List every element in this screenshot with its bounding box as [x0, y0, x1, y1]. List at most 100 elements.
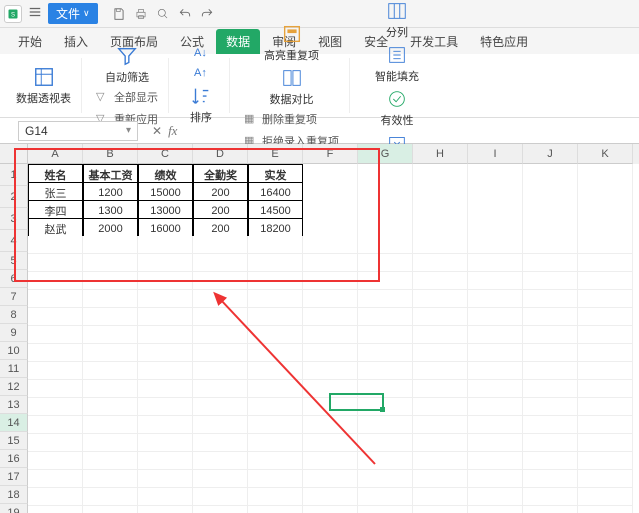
cell[interactable] — [28, 308, 83, 326]
cell[interactable] — [358, 362, 413, 380]
cell[interactable] — [138, 236, 193, 254]
cell[interactable] — [248, 452, 303, 470]
cell[interactable] — [468, 506, 523, 513]
cell[interactable] — [523, 470, 578, 488]
cell[interactable] — [248, 470, 303, 488]
row-header-7[interactable]: 7 — [0, 288, 28, 306]
cell[interactable] — [578, 452, 633, 470]
row-header-1[interactable]: 1 — [0, 164, 28, 186]
cell[interactable] — [193, 488, 248, 506]
cell[interactable] — [413, 272, 468, 290]
cancel-icon[interactable]: ✕ — [152, 124, 162, 138]
column-header-C[interactable]: C — [138, 144, 193, 164]
cell[interactable] — [248, 416, 303, 434]
cell[interactable] — [413, 236, 468, 254]
cell[interactable] — [28, 362, 83, 380]
cell[interactable] — [413, 470, 468, 488]
tab-数据[interactable]: 数据 — [216, 29, 260, 54]
cell[interactable] — [358, 434, 413, 452]
cell[interactable] — [523, 308, 578, 326]
cell[interactable] — [578, 398, 633, 416]
column-header-D[interactable]: D — [193, 144, 248, 164]
preview-icon[interactable] — [156, 6, 170, 21]
menu-icon[interactable] — [28, 5, 42, 22]
cell[interactable] — [138, 398, 193, 416]
cell[interactable] — [303, 398, 358, 416]
fx-icon[interactable]: fx — [168, 123, 177, 139]
cell[interactable] — [358, 506, 413, 513]
cell[interactable] — [358, 398, 413, 416]
cell[interactable] — [578, 272, 633, 290]
spreadsheet-grid[interactable]: ABCDEFGHIJK 1234567891011121314151617181… — [0, 144, 639, 513]
column-header-H[interactable]: H — [413, 144, 468, 164]
flash-fill-button[interactable]: 智能填充 — [371, 42, 423, 86]
cell[interactable] — [578, 380, 633, 398]
cell[interactable] — [468, 380, 523, 398]
cell[interactable] — [138, 272, 193, 290]
column-header-F[interactable]: F — [303, 144, 358, 164]
sort-desc-button[interactable]: A↑ — [190, 65, 212, 83]
redo-icon[interactable] — [200, 6, 214, 21]
cell[interactable] — [193, 380, 248, 398]
cell[interactable] — [28, 452, 83, 470]
row-header-16[interactable]: 16 — [0, 450, 28, 468]
row-header-12[interactable]: 12 — [0, 378, 28, 396]
cell[interactable] — [413, 380, 468, 398]
cell[interactable] — [523, 452, 578, 470]
cell[interactable] — [248, 506, 303, 513]
cell[interactable] — [28, 488, 83, 506]
cell[interactable] — [193, 398, 248, 416]
cell[interactable] — [83, 362, 138, 380]
row-header-13[interactable]: 13 — [0, 396, 28, 414]
cell[interactable] — [303, 488, 358, 506]
auto-filter-button[interactable]: 自动筛选 — [101, 43, 153, 87]
cell[interactable] — [413, 290, 468, 308]
cell[interactable] — [193, 506, 248, 513]
cell[interactable] — [358, 272, 413, 290]
cells-area[interactable]: 姓名基本工资绩效全勤奖实发张三12001500020016400李四130013… — [28, 164, 639, 513]
column-header-I[interactable]: I — [468, 144, 523, 164]
cell[interactable] — [468, 290, 523, 308]
cell[interactable] — [28, 380, 83, 398]
cell[interactable] — [358, 452, 413, 470]
cell[interactable] — [248, 272, 303, 290]
cell[interactable] — [138, 254, 193, 272]
cell[interactable] — [523, 416, 578, 434]
cell[interactable] — [578, 290, 633, 308]
text-to-columns-button[interactable]: 分列 — [375, 0, 419, 42]
row-header-10[interactable]: 10 — [0, 342, 28, 360]
cell[interactable] — [193, 452, 248, 470]
file-menu-button[interactable]: 文件 ∨ — [48, 3, 98, 24]
cell[interactable] — [468, 236, 523, 254]
cell[interactable] — [248, 380, 303, 398]
cell[interactable] — [578, 236, 633, 254]
cell[interactable] — [138, 434, 193, 452]
cell[interactable] — [83, 452, 138, 470]
cell[interactable] — [138, 452, 193, 470]
cell[interactable] — [83, 290, 138, 308]
cell[interactable] — [303, 470, 358, 488]
cell[interactable] — [523, 506, 578, 513]
cell[interactable] — [83, 254, 138, 272]
cell[interactable] — [578, 326, 633, 344]
cell[interactable] — [248, 488, 303, 506]
cell[interactable] — [138, 362, 193, 380]
cell[interactable] — [358, 488, 413, 506]
cell[interactable] — [83, 236, 138, 254]
highlight-dup-button[interactable]: 高亮重复项 — [260, 21, 323, 65]
cell[interactable] — [468, 362, 523, 380]
cell[interactable] — [193, 416, 248, 434]
cell[interactable] — [578, 488, 633, 506]
cell[interactable] — [523, 362, 578, 380]
cell[interactable] — [578, 434, 633, 452]
cell[interactable] — [28, 434, 83, 452]
cell[interactable] — [193, 434, 248, 452]
cell[interactable] — [248, 398, 303, 416]
column-header-K[interactable]: K — [578, 144, 633, 164]
cell[interactable] — [83, 434, 138, 452]
cell[interactable] — [193, 254, 248, 272]
cell[interactable] — [358, 308, 413, 326]
row-header-17[interactable]: 17 — [0, 468, 28, 486]
cell[interactable] — [138, 416, 193, 434]
cell[interactable] — [303, 362, 358, 380]
